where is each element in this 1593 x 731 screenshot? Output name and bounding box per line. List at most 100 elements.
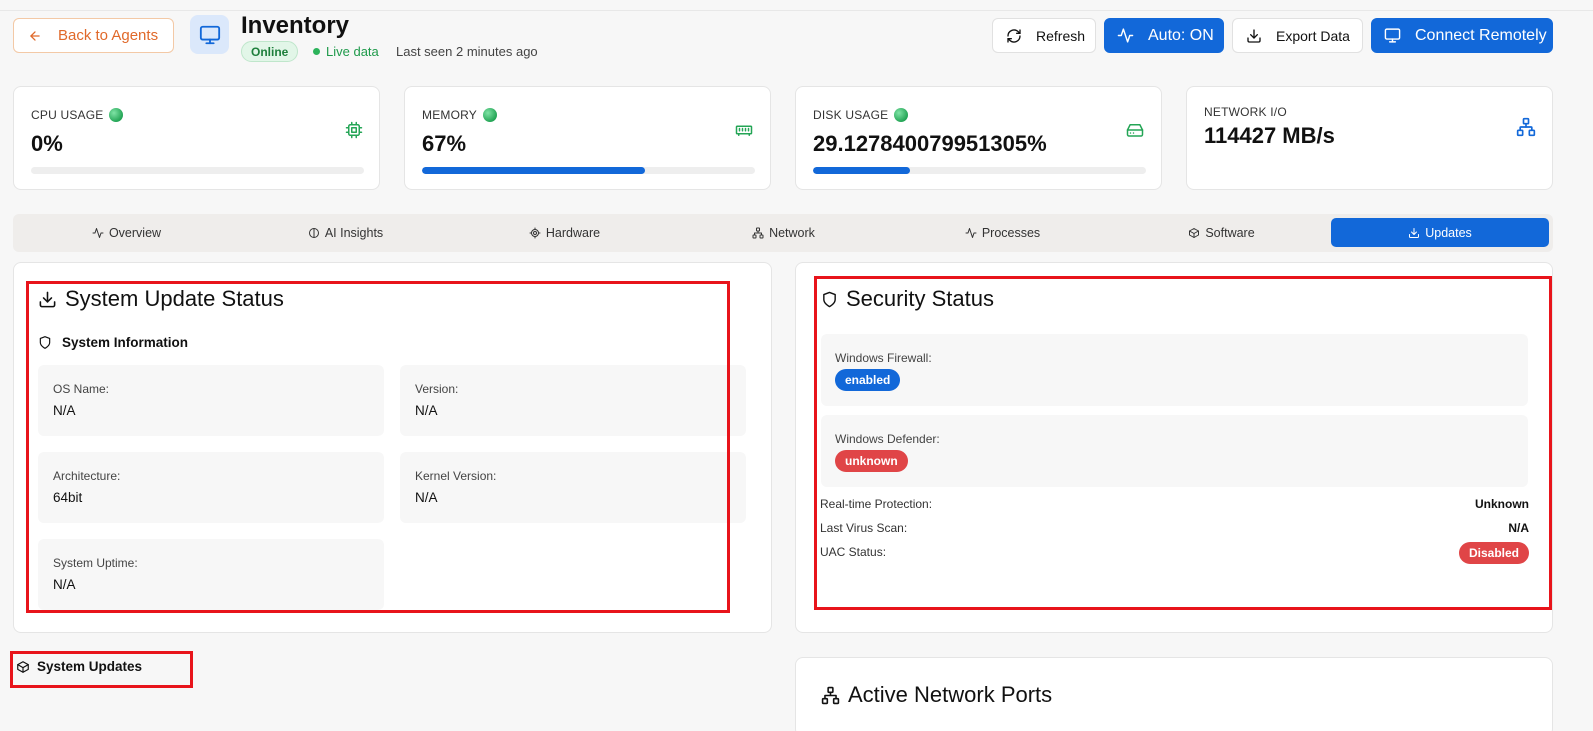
cog-icon bbox=[529, 227, 541, 239]
memory-fill bbox=[422, 167, 646, 174]
system-uptime-value: N/A bbox=[53, 577, 76, 592]
os-name-value: N/A bbox=[53, 403, 76, 418]
activity-icon bbox=[92, 227, 104, 239]
system-information-label: System Information bbox=[62, 335, 189, 350]
system-information-heading: System Information bbox=[38, 335, 188, 350]
export-data-button[interactable]: Export Data bbox=[1232, 18, 1363, 53]
live-data-indicator: Live data bbox=[313, 44, 379, 59]
brain-icon bbox=[308, 227, 320, 239]
tab-overview[interactable]: Overview bbox=[17, 218, 236, 247]
network-icon bbox=[1516, 117, 1536, 137]
auto-refresh-label: Auto: ON bbox=[1148, 26, 1214, 44]
memory-bar bbox=[422, 167, 755, 174]
last-virus-scan-key: Last Virus Scan: bbox=[820, 521, 908, 535]
network-io-value: 114427 MB/s bbox=[1204, 123, 1335, 148]
auto-refresh-toggle[interactable]: Auto: ON bbox=[1104, 18, 1224, 53]
cpu-usage-card: CPU USAGE 0% bbox=[13, 86, 380, 190]
package-icon bbox=[16, 660, 30, 674]
arrow-left-icon bbox=[28, 29, 42, 43]
back-to-agents-button[interactable]: Back to Agents bbox=[13, 18, 174, 53]
uac-status-key: UAC Status: bbox=[820, 545, 887, 559]
tab-label: Updates bbox=[1425, 225, 1472, 240]
realtime-protection-value: Unknown bbox=[1475, 497, 1529, 511]
tab-processes[interactable]: Processes bbox=[893, 218, 1112, 247]
package-icon bbox=[1188, 227, 1200, 239]
memory-label: MEMORY bbox=[422, 108, 477, 122]
download-icon bbox=[1408, 227, 1420, 239]
memory-card: MEMORY 67% bbox=[404, 86, 771, 190]
tab-label: Hardware bbox=[545, 225, 601, 240]
architecture-value: 64bit bbox=[53, 490, 83, 505]
defender-status-badge: unknown bbox=[835, 450, 908, 472]
top-divider bbox=[0, 10, 1593, 11]
tab-bar: Overview AI Insights Hardware Network Pr… bbox=[13, 214, 1553, 252]
architecture-key: Architecture: bbox=[53, 469, 121, 483]
kernel-version-field: Kernel Version: N/A bbox=[400, 452, 746, 523]
cpu-usage-bar bbox=[31, 167, 364, 174]
tab-label: Network bbox=[769, 225, 815, 240]
cpu-icon bbox=[345, 121, 363, 139]
page-title: Inventory bbox=[241, 12, 350, 39]
os-name-key: OS Name: bbox=[53, 382, 110, 396]
tab-label: AI Insights bbox=[324, 225, 384, 240]
network-io-label: NETWORK I/O bbox=[1204, 105, 1287, 119]
tab-network[interactable]: Network bbox=[674, 218, 893, 247]
status-badge: Online bbox=[241, 41, 299, 62]
tab-label: Processes bbox=[981, 225, 1041, 240]
disk-usage-fill bbox=[813, 167, 910, 174]
kernel-version-value: N/A bbox=[415, 490, 438, 505]
system-update-status-heading: System Update Status bbox=[38, 286, 284, 312]
live-dot-icon bbox=[313, 48, 320, 55]
disk-usage-value: 29.127840079951305% bbox=[813, 131, 1047, 156]
refresh-icon bbox=[1006, 28, 1022, 44]
system-uptime-key: System Uptime: bbox=[53, 556, 138, 570]
refresh-button[interactable]: Refresh bbox=[992, 18, 1096, 53]
download-icon bbox=[38, 290, 57, 309]
connect-remotely-button[interactable]: Connect Remotely bbox=[1371, 18, 1553, 53]
tab-updates[interactable]: Updates bbox=[1331, 218, 1549, 247]
version-field: Version: N/A bbox=[400, 365, 746, 436]
refresh-label: Refresh bbox=[1036, 27, 1086, 44]
status-dot-icon bbox=[894, 108, 909, 122]
status-dot-icon bbox=[109, 108, 124, 122]
tab-ai-insights[interactable]: AI Insights bbox=[236, 218, 455, 247]
connect-remotely-label: Connect Remotely bbox=[1415, 26, 1547, 44]
windows-firewall-key: Windows Firewall: bbox=[835, 351, 932, 365]
disk-usage-card: DISK USAGE 29.127840079951305% bbox=[795, 86, 1162, 190]
last-seen-text: Last seen 2 minutes ago bbox=[396, 44, 538, 59]
uac-status-badge: Disabled bbox=[1458, 542, 1529, 564]
memory-value: 67% bbox=[422, 131, 467, 156]
monitor-icon bbox=[190, 15, 229, 54]
firewall-status-badge: enabled bbox=[835, 369, 901, 391]
back-button-label: Back to Agents bbox=[58, 27, 159, 44]
system-updates-title: System Updates bbox=[37, 659, 143, 674]
memory-stick-icon bbox=[734, 121, 754, 139]
system-uptime-field: System Uptime: N/A bbox=[38, 539, 384, 610]
system-updates-heading: System Updates bbox=[16, 659, 142, 674]
security-status-title: Security Status bbox=[846, 286, 994, 311]
windows-firewall-box: Windows Firewall: enabled bbox=[821, 334, 1528, 406]
system-update-status-title: System Update Status bbox=[65, 286, 284, 311]
last-virus-scan-row: Last Virus Scan: N/A bbox=[820, 521, 1529, 535]
network-icon bbox=[752, 227, 764, 239]
disk-usage-bar bbox=[813, 167, 1146, 174]
download-icon bbox=[1246, 28, 1262, 44]
live-data-label: Live data bbox=[326, 44, 379, 59]
tab-label: Overview bbox=[108, 225, 162, 240]
active-network-ports-heading: Active Network Ports bbox=[821, 682, 1052, 708]
architecture-field: Architecture: 64bit bbox=[38, 452, 384, 523]
last-virus-scan-value: N/A bbox=[1508, 521, 1529, 535]
tab-hardware[interactable]: Hardware bbox=[455, 218, 674, 247]
activity-icon bbox=[1117, 27, 1134, 44]
kernel-version-key: Kernel Version: bbox=[415, 469, 497, 483]
realtime-protection-key: Real-time Protection: bbox=[820, 497, 933, 511]
status-dot-icon bbox=[482, 108, 497, 122]
realtime-protection-row: Real-time Protection: Unknown bbox=[820, 497, 1529, 511]
export-data-label: Export Data bbox=[1276, 27, 1350, 44]
network-icon bbox=[821, 686, 840, 705]
active-network-ports-title: Active Network Ports bbox=[848, 682, 1053, 707]
windows-defender-box: Windows Defender: unknown bbox=[821, 415, 1528, 487]
cpu-usage-value: 0% bbox=[31, 131, 63, 156]
tab-label: Software bbox=[1205, 225, 1255, 240]
tab-software[interactable]: Software bbox=[1112, 218, 1331, 247]
